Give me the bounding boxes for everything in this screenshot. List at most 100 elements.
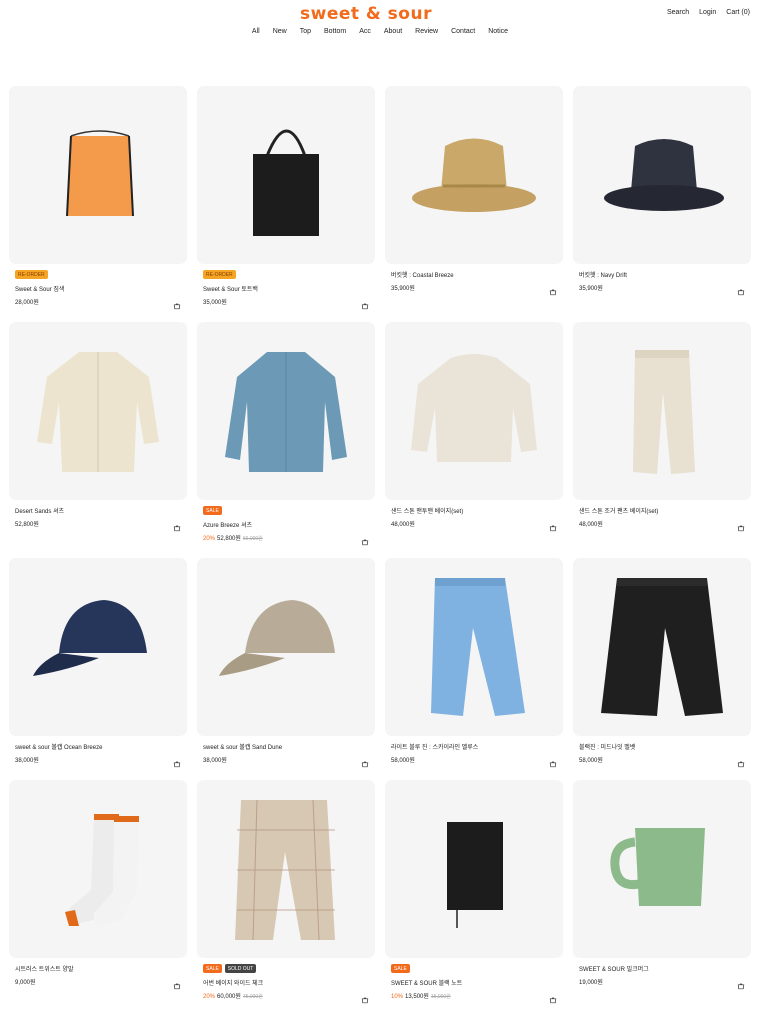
product-name[interactable]: SWEET & SOUR 밀크머그	[579, 964, 649, 973]
discount-rate: 10%	[391, 994, 404, 1000]
product-name[interactable]: Azure Breeze 셔츠	[203, 520, 252, 529]
nav-item-new[interactable]: New	[273, 28, 287, 35]
add-to-cart-icon[interactable]	[549, 755, 557, 768]
add-to-cart-icon[interactable]	[173, 519, 181, 532]
product-price-row: 28,000원	[15, 297, 39, 306]
product-image[interactable]	[197, 86, 375, 264]
nav-item-contact[interactable]: Contact	[451, 28, 475, 35]
product-image[interactable]	[9, 780, 187, 958]
add-to-cart-icon[interactable]	[361, 991, 369, 1004]
site-logo[interactable]: sweet & sour	[300, 4, 432, 24]
add-to-cart-icon[interactable]	[737, 519, 745, 532]
utility-nav: Search Login Cart (0)	[667, 9, 750, 16]
product-card[interactable]: SALE Azure Breeze 셔츠 20% 52,800원 66,000원	[197, 322, 375, 558]
product-price-row: 58,000원	[579, 755, 603, 764]
product-card[interactable]: SWEET & SOUR 밀크머그 19,000원	[573, 780, 751, 1016]
product-card[interactable]: 버킷햇 : Navy Drift 35,900원	[573, 86, 751, 322]
sale-badge: SALE	[203, 964, 222, 973]
product-name[interactable]: 샌드 스톤 맨투맨 베이지(set)	[391, 506, 463, 515]
login-link[interactable]: Login	[699, 9, 716, 16]
add-to-cart-icon[interactable]	[549, 991, 557, 1004]
nav-item-review[interactable]: Review	[415, 28, 438, 35]
nav-item-top[interactable]: Top	[300, 28, 311, 35]
product-card[interactable]: 샌드 스톤 맨투맨 베이지(set) 48,000원	[385, 322, 563, 558]
badge-group: SALE	[203, 506, 222, 515]
product-image[interactable]	[385, 780, 563, 958]
nav-item-notice[interactable]: Notice	[488, 28, 508, 35]
nav-item-about[interactable]: About	[384, 28, 402, 35]
product-image[interactable]	[385, 86, 563, 264]
product-price: 58,000원	[391, 758, 415, 764]
product-card[interactable]: 샌드 스톤 조거 팬츠 베이지(set) 48,000원	[573, 322, 751, 558]
soldout-badge: SOLD OUT	[224, 964, 257, 973]
product-card[interactable]: 시트러스 트위스트 양말 9,000원	[9, 780, 187, 1016]
product-price-row: 38,000원	[203, 755, 227, 764]
product-price-row: 35,000원	[203, 297, 227, 306]
product-card[interactable]: 라이트 블루 진 : 스카이라인 벨루스 58,000원	[385, 558, 563, 794]
product-price-row: 20% 52,800원 66,000원	[203, 533, 263, 542]
product-card[interactable]: SALE SWEET & SOUR 블랙 노트 10% 13,500원 15,000원	[385, 780, 563, 1016]
product-price-row: 35,900원	[391, 283, 415, 292]
product-name[interactable]: 블랙진 : 미드나잇 벨벳	[579, 742, 635, 751]
add-to-cart-icon[interactable]	[173, 297, 181, 310]
product-price: 60,000원	[217, 994, 241, 1000]
product-image[interactable]	[385, 558, 563, 736]
product-price-row: 35,900원	[579, 283, 603, 292]
product-image[interactable]	[573, 780, 751, 958]
product-name[interactable]: Desert Sands 셔츠	[15, 506, 64, 515]
search-link[interactable]: Search	[667, 9, 689, 16]
nav-item-all[interactable]: All	[252, 28, 260, 35]
product-card[interactable]: SALE SOLD OUT 어번 베이지 와이드 체크 20% 60,000원 75,00…	[197, 780, 375, 1016]
product-name[interactable]: sweet & sour 볼캡 Sand Dune	[203, 742, 282, 751]
product-name[interactable]: 시트러스 트위스트 양말	[15, 964, 74, 973]
product-card[interactable]: Desert Sands 셔츠 52,800원	[9, 322, 187, 558]
nav-item-acc[interactable]: Acc	[359, 28, 371, 35]
product-name[interactable]: 어번 베이지 와이드 체크	[203, 978, 263, 987]
discount-rate: 20%	[203, 536, 216, 542]
add-to-cart-icon[interactable]	[361, 533, 369, 546]
original-price: 75,000원	[242, 994, 263, 1000]
product-price: 38,000원	[203, 758, 227, 764]
product-card[interactable]: sweet & sour 볼캡 Sand Dune 38,000원	[197, 558, 375, 794]
product-name[interactable]: Sweet & Sour 짐색	[15, 284, 64, 293]
product-card[interactable]: 버킷햇 : Coastal Breeze 35,900원	[385, 86, 563, 322]
product-image[interactable]	[197, 780, 375, 958]
product-image[interactable]	[197, 322, 375, 500]
add-to-cart-icon[interactable]	[737, 977, 745, 990]
product-name[interactable]: 라이트 블루 진 : 스카이라인 벨루스	[391, 742, 478, 751]
product-name[interactable]: 샌드 스톤 조거 팬츠 베이지(set)	[579, 506, 658, 515]
add-to-cart-icon[interactable]	[549, 283, 557, 296]
product-name[interactable]: Sweet & Sour 토트백	[203, 284, 258, 293]
product-image[interactable]	[385, 322, 563, 500]
product-card[interactable]: RE-ORDER Sweet & Sour 토트백 35,000원	[197, 86, 375, 322]
product-name[interactable]: SWEET & SOUR 블랙 노트	[391, 978, 462, 987]
product-image[interactable]	[9, 558, 187, 736]
product-image[interactable]	[573, 322, 751, 500]
product-image[interactable]	[573, 558, 751, 736]
badge-group: SALE SOLD OUT	[203, 964, 257, 973]
product-price-row: 48,000원	[579, 519, 603, 528]
product-price-row: 9,000원	[15, 977, 36, 986]
product-image[interactable]	[573, 86, 751, 264]
product-card[interactable]: sweet & sour 볼캡 Ocean Breeze 38,000원	[9, 558, 187, 794]
add-to-cart-icon[interactable]	[549, 519, 557, 532]
add-to-cart-icon[interactable]	[361, 297, 369, 310]
product-image[interactable]	[9, 86, 187, 264]
product-card[interactable]: RE-ORDER Sweet & Sour 짐색 28,000원	[9, 86, 187, 322]
product-card[interactable]: 블랙진 : 미드나잇 벨벳 58,000원	[573, 558, 751, 794]
product-price: 35,000원	[203, 300, 227, 306]
add-to-cart-icon[interactable]	[361, 755, 369, 768]
add-to-cart-icon[interactable]	[173, 755, 181, 768]
product-name[interactable]: sweet & sour 볼캡 Ocean Breeze	[15, 742, 102, 751]
product-price-row: 10% 13,500원 15,000원	[391, 991, 451, 1000]
add-to-cart-icon[interactable]	[173, 977, 181, 990]
product-price: 9,000원	[15, 980, 36, 986]
add-to-cart-icon[interactable]	[737, 283, 745, 296]
cart-link[interactable]: Cart (0)	[726, 9, 750, 16]
add-to-cart-icon[interactable]	[737, 755, 745, 768]
product-name[interactable]: 버킷햇 : Coastal Breeze	[391, 270, 454, 279]
nav-item-bottom[interactable]: Bottom	[324, 28, 346, 35]
product-image[interactable]	[9, 322, 187, 500]
product-image[interactable]	[197, 558, 375, 736]
product-name[interactable]: 버킷햇 : Navy Drift	[579, 270, 627, 279]
